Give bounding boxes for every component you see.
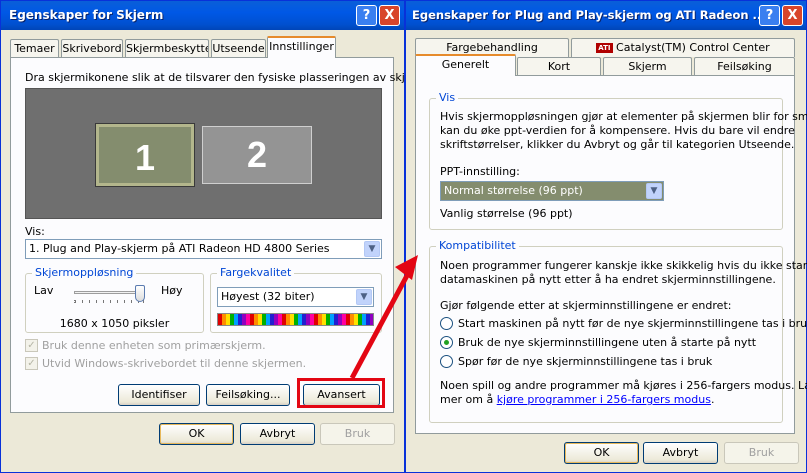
primary-monitor-label: Bruk denne enheten som primærskjerm.: [42, 339, 266, 352]
ppt-select-value: Normal størrelse (96 ppt): [444, 184, 583, 197]
monitor-properties-window: Egenskaper for Plug and Play-skjerm og A…: [405, 0, 807, 473]
dropdown-arrow-icon[interactable]: ▼: [364, 241, 380, 257]
monitor-1-icon[interactable]: 1: [95, 123, 195, 187]
resolution-slider-track[interactable]: [74, 291, 144, 294]
help-icon[interactable]: ?: [356, 5, 377, 26]
vis-group: Vis Hvis skjermoppløsningen gjør at elem…: [429, 91, 807, 230]
tab-innstillinger[interactable]: Innstillinger: [267, 36, 336, 58]
resolution-low-label: Lav: [34, 284, 54, 297]
tab-catalyst-label: Catalyst(TM) Control Center: [616, 41, 770, 54]
window-title: Egenskaper for Plug and Play-skjerm og A…: [412, 8, 766, 22]
tab-catalyst[interactable]: ATI Catalyst(TM) Control Center: [571, 38, 795, 57]
apply-without-restart-radio[interactable]: [440, 336, 453, 349]
compatibility-group: Kompatibilitet Noen programmer fungerer …: [429, 239, 807, 423]
compat-text-line-2: datamaskinen på nytt etter å ha endret s…: [440, 273, 776, 286]
color-quality-group: Fargekvalitet Høyest (32 biter) ▼: [210, 266, 382, 333]
dropdown-arrow-icon[interactable]: ▼: [646, 183, 662, 199]
restart-radio[interactable]: [440, 317, 453, 330]
ppt-description: Vanlig størrelse (96 ppt): [440, 207, 573, 220]
instruction-text: Dra skjermikonene slik at de tilsvarer d…: [25, 71, 451, 84]
ask-before-apply-radio[interactable]: [440, 355, 453, 368]
monitor-2-number: 2: [246, 134, 268, 175]
256-color-link[interactable]: kjøre programmer i 256-fargers modus: [497, 393, 711, 406]
close-icon[interactable]: X: [379, 5, 400, 26]
cancel-button[interactable]: Avbryt: [240, 423, 315, 445]
apply-without-restart-label[interactable]: Bruk de nye skjerminnstillingene uten å …: [458, 336, 756, 349]
apply-button[interactable]: Bruk: [320, 423, 395, 445]
vis-group-label: Vis: [436, 91, 459, 104]
dropdown-arrow-icon[interactable]: ▼: [356, 289, 372, 305]
settings-panel: Dra skjermikonene slik at de tilsvarer d…: [10, 57, 451, 413]
title-bar[interactable]: Egenskaper for Plug and Play-skjerm og A…: [406, 1, 806, 30]
compatibility-group-label: Kompatibilitet: [436, 239, 519, 252]
note-line-2: mer om å kjøre programmer i 256-fargers …: [440, 393, 714, 406]
general-panel: Vis Hvis skjermoppløsningen gjør at elem…: [415, 75, 807, 434]
tab-temaer[interactable]: Temaer: [10, 39, 59, 58]
tab-skrivebord[interactable]: Skrivebord: [61, 39, 123, 58]
tab-generelt[interactable]: Generelt: [415, 54, 516, 76]
cancel-button[interactable]: Avbryt: [643, 442, 718, 464]
color-quality-group-label: Fargekvalitet: [217, 266, 295, 279]
color-quality-preview: [217, 313, 374, 326]
ati-logo-icon: ATI: [596, 43, 613, 53]
title-bar[interactable]: Egenskaper for Skjerm ? X: [1, 1, 404, 30]
monitor-1-number: 1: [134, 137, 156, 178]
ppt-select[interactable]: Normal størrelse (96 ppt) ▼: [440, 181, 664, 201]
vis-text-line-1: Hvis skjermoppløsningen gjør at elemente…: [440, 110, 807, 123]
note-suffix: .: [710, 393, 715, 406]
after-change-label: Gjør følgende etter at skjerminnstilling…: [440, 299, 732, 312]
monitor-arrangement-area[interactable]: 1 2: [25, 88, 382, 219]
extend-desktop-label: Utvid Windows-skrivebordet til denne skj…: [42, 357, 307, 370]
help-icon[interactable]: ?: [759, 5, 780, 26]
window-title: Egenskaper for Skjerm: [9, 8, 164, 22]
color-quality-value: Høyest (32 biter): [221, 290, 315, 303]
resolution-slider-thumb[interactable]: [135, 285, 145, 302]
troubleshoot-button[interactable]: Feilsøking...: [206, 384, 290, 406]
apply-button[interactable]: Bruk: [724, 442, 799, 464]
identify-button[interactable]: Identifiser: [118, 384, 200, 406]
compat-text-line-1: Noen programmer fungerer kanskje ikke sk…: [440, 259, 807, 272]
resolution-high-label: Høy: [161, 284, 183, 297]
resolution-slider-ticks: [74, 300, 144, 303]
ok-button[interactable]: OK: [564, 442, 639, 464]
vis-text-line-2: kan du øke ppt-verdien for å kompensere.…: [440, 124, 795, 137]
ok-button[interactable]: OK: [159, 423, 234, 445]
ask-before-apply-label[interactable]: Spør før de nye skjerminnstillingene tas…: [458, 355, 712, 368]
tab-feilsoking[interactable]: Feilsøking: [694, 57, 795, 76]
close-icon[interactable]: X: [782, 5, 803, 26]
note-prefix: mer om å: [440, 393, 497, 406]
color-quality-select[interactable]: Høyest (32 biter) ▼: [217, 287, 374, 307]
extend-desktop-checkbox[interactable]: ✓: [25, 357, 38, 370]
tab-kort[interactable]: Kort: [517, 57, 601, 76]
restart-radio-label[interactable]: Start maskinen på nytt før de nye skjerm…: [458, 317, 807, 330]
vis-label: Vis:: [25, 225, 45, 238]
tab-utseende[interactable]: Utseende: [211, 39, 266, 58]
advanced-highlight-box: [297, 378, 385, 408]
note-line-1: Noen spill og andre programmer må kjøres…: [440, 379, 807, 392]
display-select[interactable]: 1. Plug and Play-skjerm på ATI Radeon HD…: [25, 239, 382, 259]
monitor-2-icon[interactable]: 2: [202, 126, 312, 184]
resolution-value: 1680 x 1050 piksler: [59, 317, 170, 330]
tab-skjermbeskytter[interactable]: Skjermbeskytter: [125, 39, 209, 58]
resolution-group-label: Skjermoppløsning: [32, 266, 137, 279]
tab-skjerm[interactable]: Skjerm: [603, 57, 692, 76]
vis-text-line-3: skriftstørrelser, klikker du Avbryt og g…: [440, 138, 795, 151]
ppt-label: PPT-innstilling:: [440, 165, 520, 178]
display-select-value: 1. Plug and Play-skjerm på ATI Radeon HD…: [29, 242, 330, 255]
resolution-group: Skjermoppløsning Lav Høy 1680 x 1050 pik…: [25, 266, 204, 333]
display-properties-window: Egenskaper for Skjerm ? X Temaer Skriveb…: [0, 0, 451, 473]
primary-monitor-checkbox[interactable]: ✓: [25, 339, 38, 352]
